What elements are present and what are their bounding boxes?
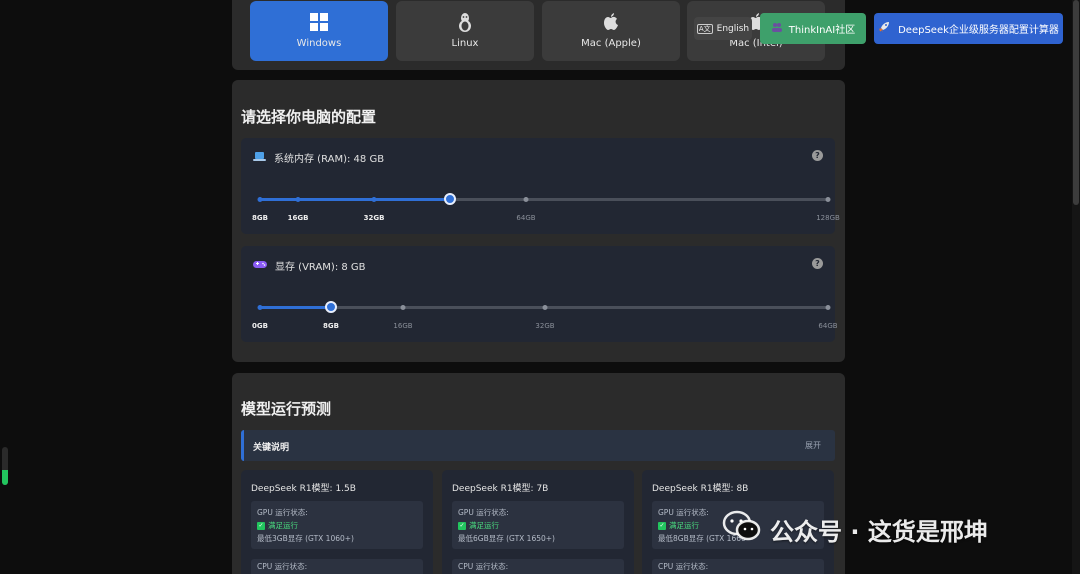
os-selector-panel: Windows Linux Mac (Apple) Mac (Intel)	[232, 0, 845, 70]
gpu-requirement: 最低6GB显存 (GTX 1650+)	[458, 534, 555, 543]
calculator-label: DeepSeek企业级服务器配置计算器	[898, 25, 1059, 36]
gpu-requirement: 最低3GB显存 (GTX 1060+)	[257, 534, 354, 543]
ram-tick[interactable]	[295, 197, 301, 202]
os-tab-linux[interactable]: Linux	[396, 1, 534, 61]
ram-tick-label: 64GB	[516, 214, 536, 222]
vram-tick-label: 32GB	[535, 322, 555, 330]
check-icon: ✓	[257, 521, 265, 530]
community-label: ThinkInAI社区	[788, 25, 856, 36]
scrollbar-thumb[interactable]	[1073, 0, 1079, 205]
rocket-icon	[878, 21, 890, 36]
ram-label: 系统内存 (RAM): 48 GB	[274, 154, 385, 165]
cpu-status-label: CPU 运行状态:	[458, 562, 509, 571]
watermark-text: 公众号 · 这货是邢坤	[770, 517, 988, 546]
check-icon: ✓	[458, 521, 466, 530]
gpu-status-box: GPU 运行状态: ✓ 满足运行 最低6GB显存 (GTX 1650+)	[452, 501, 624, 549]
gpu-status-value: 满足运行	[268, 521, 298, 530]
language-label: English	[716, 23, 750, 34]
ram-tick[interactable]	[523, 197, 529, 202]
prediction-title: 模型运行预测	[241, 400, 332, 418]
vram-slider-card: 显存 (VRAM): 8 GB ? 0GB 8GB 16GB 32GB 64GB	[241, 246, 838, 342]
cpu-status-box: CPU 运行状态:	[452, 559, 624, 574]
model-name: DeepSeek R1模型: 1.5B	[251, 484, 356, 494]
community-button[interactable]: ThinkInAI社区	[760, 13, 866, 44]
vram-label: 显存 (VRAM): 8 GB	[275, 262, 366, 273]
vram-slider-track[interactable]	[257, 301, 831, 313]
windows-icon	[309, 11, 329, 33]
vram-tick-label: 0GB	[252, 322, 268, 330]
language-toggle-button[interactable]: A文 English	[694, 17, 752, 40]
ram-tick[interactable]	[371, 197, 377, 202]
cpu-status-box: CPU 运行状态:	[652, 559, 824, 574]
model-card: DeepSeek R1模型: 1.5B GPU 运行状态: ✓ 满足运行 最低3G…	[241, 470, 433, 574]
enterprise-calculator-button[interactable]: DeepSeek企业级服务器配置计算器	[874, 13, 1063, 44]
vram-tick-label: 8GB	[323, 322, 339, 330]
watermark: 公众号 · 这货是邢坤	[722, 510, 988, 548]
vram-tick[interactable]	[257, 305, 263, 310]
linux-icon	[456, 11, 474, 33]
vram-tick[interactable]	[542, 305, 548, 310]
model-card: DeepSeek R1模型: 7B GPU 运行状态: ✓ 满足运行 最低6GB显…	[442, 470, 634, 574]
vram-tick[interactable]	[825, 305, 831, 310]
os-tab-label: Windows	[296, 38, 342, 49]
key-notes-title: 关键说明	[253, 443, 290, 453]
gpu-status-box: GPU 运行状态: ✓ 满足运行 最低3GB显存 (GTX 1060+)	[251, 501, 423, 549]
os-tab-windows[interactable]: Windows	[250, 1, 388, 61]
check-icon: ✓	[658, 521, 666, 530]
ram-tick[interactable]	[257, 197, 263, 202]
gpu-status-label: GPU 运行状态:	[257, 508, 308, 517]
laptop-icon	[253, 151, 266, 165]
gpu-status-label: GPU 运行状态:	[458, 508, 509, 517]
vram-slider-thumb[interactable]	[325, 301, 337, 313]
keyboard-icon: A文	[696, 23, 713, 34]
cpu-status-label: CPU 运行状态:	[257, 562, 308, 571]
question-icon[interactable]: ?	[812, 258, 823, 269]
side-level-indicator	[2, 447, 8, 485]
ram-tick-label: 128GB	[816, 214, 840, 222]
gpu-status-value: 满足运行	[669, 521, 699, 530]
ram-slider-card: 系统内存 (RAM): 48 GB ? 8GB 16GB 32GB 64GB 1…	[241, 138, 840, 234]
question-icon[interactable]: ?	[812, 150, 823, 161]
config-panel: 请选择你电脑的配置 系统内存 (RAM): 48 GB ? 8GB 16GB 3…	[232, 80, 845, 362]
key-notes-bar[interactable]: 关键说明 展开	[241, 430, 835, 461]
os-tab-label: Linux	[451, 38, 479, 49]
ram-tick-label: 16GB	[287, 214, 309, 222]
vram-tick[interactable]	[400, 305, 406, 310]
page-scrollbar[interactable]	[1072, 0, 1080, 574]
wechat-icon	[722, 510, 762, 548]
gamepad-icon	[253, 259, 267, 272]
cpu-status-box: CPU 运行状态:	[251, 559, 423, 574]
ram-slider-thumb[interactable]	[444, 193, 456, 205]
vram-tick-label: 16GB	[393, 322, 413, 330]
gpu-status-value: 满足运行	[469, 521, 499, 530]
model-name: DeepSeek R1模型: 8B	[652, 484, 749, 494]
apple-icon	[602, 11, 620, 33]
vram-tick-label: 64GB	[818, 322, 838, 330]
expand-toggle[interactable]: 展开	[805, 440, 821, 451]
model-name: DeepSeek R1模型: 7B	[452, 484, 549, 494]
config-title: 请选择你电脑的配置	[241, 108, 377, 126]
ram-tick-label: 8GB	[252, 214, 268, 222]
ram-slider-track[interactable]	[257, 193, 831, 205]
users-icon	[771, 22, 783, 35]
ram-tick-label: 32GB	[363, 214, 385, 222]
os-tab-label: Mac (Apple)	[581, 38, 641, 49]
cpu-status-label: CPU 运行状态:	[658, 562, 709, 571]
ram-tick[interactable]	[825, 197, 831, 202]
os-tab-mac-apple[interactable]: Mac (Apple)	[542, 1, 680, 61]
